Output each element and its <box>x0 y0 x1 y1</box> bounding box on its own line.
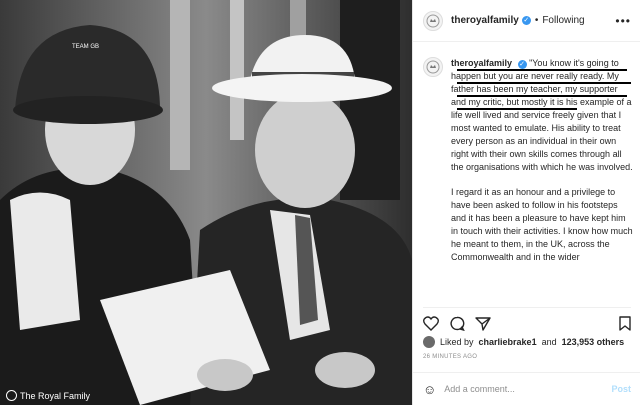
comment-icon[interactable] <box>449 316 465 331</box>
comment-input[interactable]: Add a comment... <box>444 384 611 394</box>
caption-paragraph-2: I regard it as an honour and a privilege… <box>451 187 633 262</box>
share-icon[interactable] <box>475 316 491 331</box>
likes-summary: Liked by charliebrake1 and 123,953 other… <box>423 336 624 348</box>
caption-paragraph-1: theroyalfamily ✓ "You know it's going to… <box>451 57 633 174</box>
action-bar <box>423 307 631 334</box>
verified-badge-icon: ✓ <box>521 16 531 25</box>
underline-mark <box>457 82 631 84</box>
post-timestamp[interactable]: 26 MINUTES AGO <box>423 354 477 360</box>
avatar[interactable] <box>423 10 443 31</box>
separator-dot: • <box>534 15 539 26</box>
post-photo[interactable]: TEAM GB The Royal Family <box>0 0 412 405</box>
royal-crest-icon <box>426 14 440 27</box>
caption-avatar[interactable] <box>423 57 443 77</box>
liked-by-user[interactable]: charliebrake1 <box>479 337 537 347</box>
verified-badge-icon: ✓ <box>517 60 527 69</box>
comment-bar: ☺ Add a comment... Post <box>413 372 640 405</box>
following-button[interactable]: Following <box>542 15 584 26</box>
liked-by-and: and <box>541 337 557 347</box>
bookmark-icon[interactable] <box>619 315 631 331</box>
royal-crest-icon <box>426 60 440 74</box>
underline-mark <box>457 108 577 110</box>
header-username[interactable]: theroyalfamily <box>451 15 519 26</box>
emoji-icon[interactable]: ☺ <box>423 382 436 397</box>
liker-avatar[interactable] <box>423 336 435 348</box>
photo-credit: The Royal Family <box>6 390 90 401</box>
post-side-panel: theroyalfamily ✓ • Following ••• theroya… <box>412 0 640 405</box>
underline-mark <box>457 69 627 71</box>
photo-credit-text: The Royal Family <box>20 390 91 401</box>
underline-mark <box>457 95 627 97</box>
liked-by-prefix: Liked by <box>440 337 474 347</box>
more-options-icon[interactable]: ••• <box>615 14 631 28</box>
post-comment-button[interactable]: Post <box>611 384 631 394</box>
photo-image: TEAM GB <box>0 0 412 405</box>
post-header: theroyalfamily ✓ • Following ••• <box>413 0 640 42</box>
caption-paragraph-1-text: "You know it's going to happen but you a… <box>451 58 633 172</box>
heart-icon[interactable] <box>423 315 439 331</box>
caption-username[interactable]: theroyalfamily <box>451 58 512 68</box>
likes-count[interactable]: 123,953 others <box>562 337 625 347</box>
camera-icon <box>6 390 17 401</box>
hat-logo-text: TEAM GB <box>72 44 99 50</box>
